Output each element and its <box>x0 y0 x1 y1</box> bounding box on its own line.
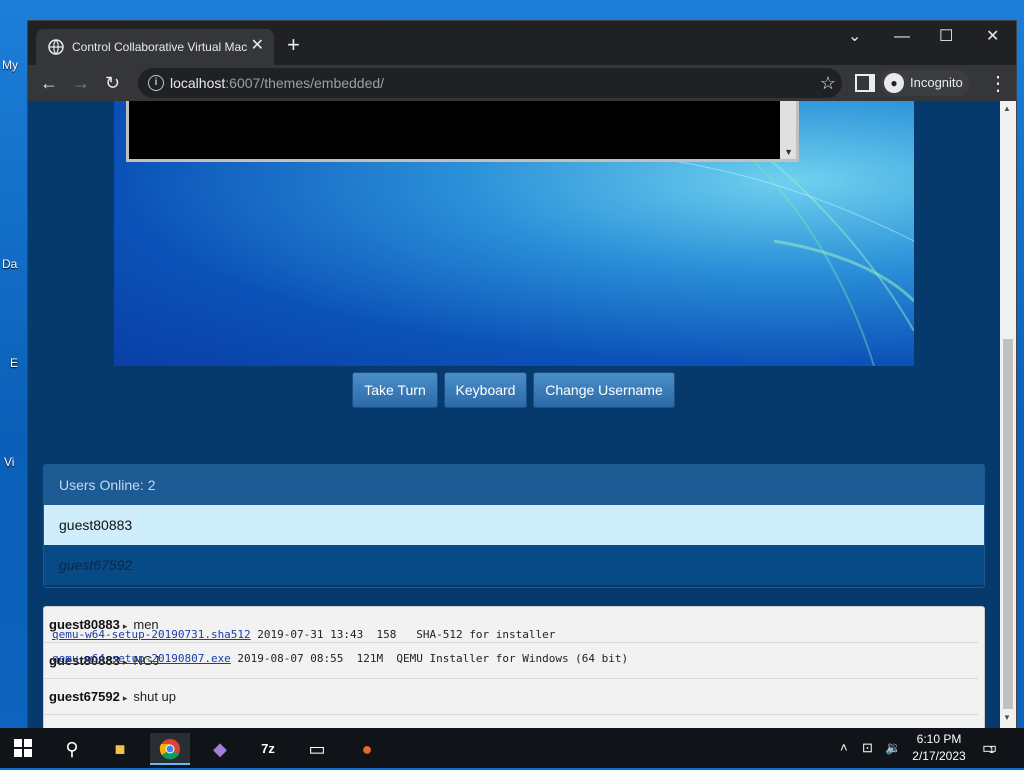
scroll-up-arrow-icon[interactable]: ▲ <box>1003 104 1011 113</box>
keyboard-button[interactable]: Keyboard <box>444 372 527 408</box>
address-bar[interactable]: i localhost:6007/themes/embedded/ ☆ <box>138 68 842 98</box>
page-scrollbar[interactable]: ▲ ▼ <box>1000 101 1016 728</box>
desktop-icon-label[interactable]: E <box>10 356 18 370</box>
chat-arrow-icon: ▸ <box>122 693 128 703</box>
chevron-up-icon[interactable]: ˄ <box>840 740 848 755</box>
file-link[interactable]: qemu-w64-setup-20190731.sha512 <box>52 628 251 641</box>
user-list-item[interactable]: guest67592 <box>44 545 984 585</box>
take-turn-button[interactable]: Take Turn <box>352 372 438 408</box>
chat-message: guest67592 ▸ shut up <box>44 679 978 715</box>
new-tab-button[interactable]: + <box>287 34 300 56</box>
chat-username: guest67592 <box>49 689 120 704</box>
globe-icon <box>48 39 64 55</box>
search-icon[interactable]: ⚲ <box>52 733 92 765</box>
notification-icon[interactable]: ▭1 <box>982 738 997 758</box>
clock-date: 2/17/2023 <box>912 749 966 763</box>
user-list-item[interactable]: guest80883 <box>44 505 984 545</box>
network-icon[interactable]: ⊡ <box>862 740 873 756</box>
chrome-icon[interactable] <box>150 733 190 765</box>
vm-console-window[interactable]: ▼ <box>126 101 799 162</box>
chrome-logo <box>159 739 180 760</box>
users-online-panel: Users Online: 2 guest80883 guest67592 <box>43 464 985 588</box>
terminal-icon[interactable]: ▭ <box>297 733 337 765</box>
7zip-icon[interactable]: 7z <box>248 733 288 765</box>
reload-icon[interactable]: ↻ <box>105 73 120 93</box>
app-icon[interactable]: ● <box>347 733 387 765</box>
site-info-icon[interactable]: i <box>148 75 164 91</box>
close-window-button[interactable]: ✕ <box>986 29 999 45</box>
desktop-icon-label[interactable]: Da <box>2 257 17 271</box>
maximize-button[interactable]: ☐ <box>939 29 953 45</box>
tab-strip: Control Collaborative Virtual Mac ✕ + ⌄ … <box>28 21 1016 65</box>
side-panel-icon[interactable] <box>855 74 875 92</box>
change-username-button[interactable]: Change Username <box>533 372 675 408</box>
vm-controls: Take Turn Keyboard Change Username <box>28 372 1000 408</box>
tab-title: Control Collaborative Virtual Mac <box>72 40 248 54</box>
scroll-thumb[interactable] <box>1003 339 1013 709</box>
tab-search-icon[interactable]: ⌄ <box>848 29 861 45</box>
background-file-listing: qemu-w64-setup-20190731.sha512 2019-07-3… <box>52 623 628 671</box>
minimize-button[interactable]: — <box>894 29 910 45</box>
console-scrollbar[interactable]: ▼ <box>780 101 796 159</box>
desktop-icon-label[interactable]: Vi <box>4 455 14 469</box>
incognito-icon: ● <box>884 73 904 93</box>
incognito-label: Incognito <box>910 75 963 90</box>
visual-studio-icon[interactable]: ◆ <box>200 733 240 765</box>
scroll-down-arrow-icon[interactable]: ▼ <box>1003 713 1011 722</box>
browser-window: Control Collaborative Virtual Mac ✕ + ⌄ … <box>28 21 1016 728</box>
file-link[interactable]: qemu-w64-setup-20190807.exe <box>52 652 231 665</box>
notification-count: 1 <box>989 745 995 755</box>
forward-icon[interactable]: → <box>72 73 90 93</box>
url-text[interactable]: localhost:6007/themes/embedded/ <box>170 75 384 91</box>
volume-icon[interactable]: 🔉 <box>885 740 901 756</box>
file-explorer-icon[interactable]: ■ <box>100 733 140 765</box>
back-icon[interactable]: ← <box>40 73 58 93</box>
incognito-badge[interactable]: ● Incognito <box>880 70 970 96</box>
clock-time: 6:10 PM <box>916 732 962 746</box>
taskbar: ⚲ ■ ◆ 7z ▭ ● ˄ ⊡ 🔉 6:10 PM 2/17/2023 ▭1 <box>0 728 1024 768</box>
browser-tab[interactable]: Control Collaborative Virtual Mac ✕ <box>36 29 274 65</box>
desktop-icon-label[interactable]: My <box>2 58 18 72</box>
clock[interactable]: 6:10 PM 2/17/2023 <box>904 731 974 765</box>
url-path: :6007/themes/embedded/ <box>225 75 385 91</box>
windows-start-icon[interactable] <box>14 739 32 757</box>
chat-text: shut up <box>133 689 177 704</box>
scroll-down-arrow-icon[interactable]: ▼ <box>784 147 793 157</box>
bookmark-star-icon[interactable]: ☆ <box>820 73 836 94</box>
url-host: localhost <box>170 75 226 91</box>
browser-toolbar: ← → ↻ i localhost:6007/themes/embedded/ … <box>28 65 1016 101</box>
users-online-header: Users Online: 2 <box>44 465 984 505</box>
file-details: 2019-07-31 13:43 158 SHA-512 for install… <box>250 628 556 641</box>
close-tab-icon[interactable]: ✕ <box>251 38 264 54</box>
file-details: 2019-08-07 08:55 121M QEMU Installer for… <box>230 652 629 665</box>
menu-kebab-icon[interactable]: ⋮ <box>988 71 1008 96</box>
